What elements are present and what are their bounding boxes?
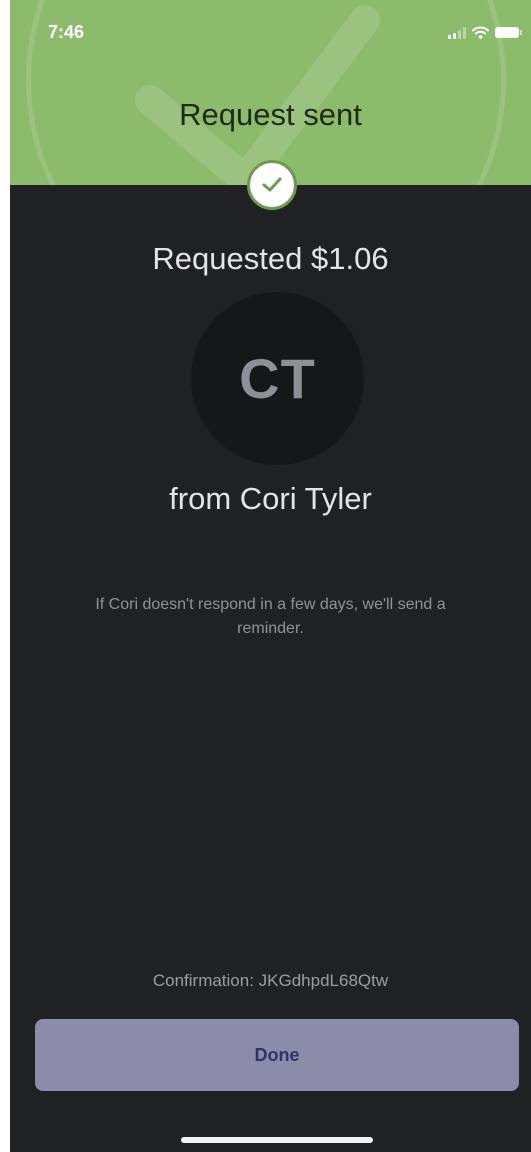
battery-icon <box>495 27 522 38</box>
status-bar-icons <box>448 26 522 39</box>
wifi-icon <box>472 26 489 39</box>
requested-amount: Requested $1.06 <box>152 241 389 276</box>
avatar-initials: CT <box>239 347 316 410</box>
home-indicator[interactable] <box>181 1137 373 1143</box>
done-button[interactable]: Done <box>35 1019 519 1091</box>
reminder-note: If Cori doesn't respond in a few days, w… <box>95 596 446 637</box>
success-badge <box>247 160 297 210</box>
page-title: Request sent <box>179 97 362 132</box>
recipient-name: from Cori Tyler <box>169 481 372 516</box>
status-bar-time: 7:46 <box>48 22 85 42</box>
header-banner: 7:46 Request sent <box>10 0 531 185</box>
confirmation-code: Confirmation: JKGdhpdL68Qtw <box>152 971 389 990</box>
checkmark-icon <box>262 177 282 192</box>
done-button-label: Done <box>254 1044 300 1065</box>
cellular-signal-icon <box>448 26 466 39</box>
request-sent-screen: 7:46 Request sent Requested $1.06 CT fro… <box>10 0 531 1152</box>
avatar: CT <box>191 292 364 465</box>
